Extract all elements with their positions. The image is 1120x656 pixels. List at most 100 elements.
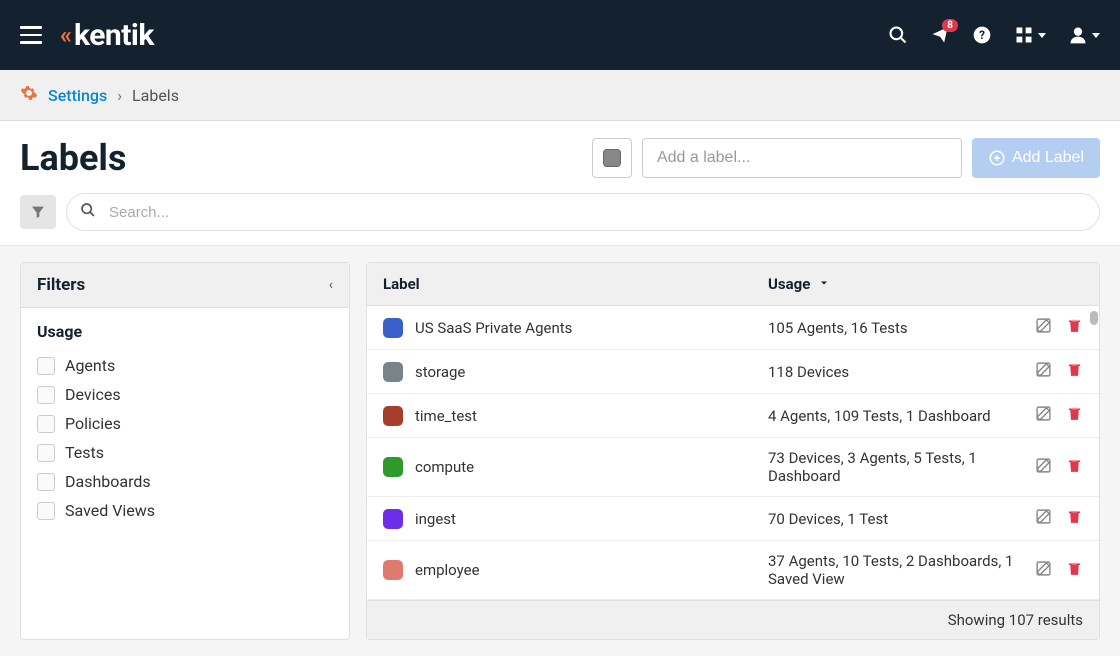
edit-icon[interactable] — [1035, 317, 1052, 338]
filter-item-label: Policies — [65, 414, 121, 433]
label-cell: compute — [383, 457, 768, 477]
label-color-swatch — [383, 406, 403, 426]
filter-item-label: Saved Views — [65, 501, 155, 520]
label-color-swatch — [383, 509, 403, 529]
filter-item-dashboards[interactable]: Dashboards — [37, 467, 333, 496]
breadcrumb-current: Labels — [132, 86, 179, 105]
main-content: Filters ‹ Usage Agents Devices Policies Tes… — [0, 246, 1120, 656]
header-left: « kentik — [20, 18, 154, 53]
filter-group-title: Usage — [37, 322, 333, 341]
search-box — [66, 193, 1100, 231]
checkbox-icon — [37, 386, 55, 404]
label-cell: ingest — [383, 509, 768, 529]
label-name: US SaaS Private Agents — [415, 319, 572, 337]
color-picker-button[interactable] — [592, 138, 632, 178]
add-label-input[interactable] — [642, 138, 962, 178]
filter-item-tests[interactable]: Tests — [37, 438, 333, 467]
trash-icon[interactable] — [1066, 317, 1083, 338]
funnel-icon — [30, 204, 46, 220]
user-menu[interactable] — [1068, 25, 1100, 45]
filter-item-devices[interactable]: Devices — [37, 380, 333, 409]
notification-badge: 8 — [942, 19, 958, 32]
search-icon[interactable] — [888, 25, 908, 45]
row-actions — [1035, 457, 1083, 478]
brand-logo[interactable]: « kentik — [60, 18, 154, 53]
add-label-button[interactable]: Add Label — [972, 138, 1100, 178]
trash-icon[interactable] — [1066, 457, 1083, 478]
edit-icon[interactable] — [1035, 405, 1052, 426]
trash-icon[interactable] — [1066, 508, 1083, 529]
plus-circle-icon — [988, 149, 1006, 167]
label-cell: storage — [383, 362, 768, 382]
filter-item-label: Dashboards — [65, 472, 151, 491]
checkbox-icon — [37, 473, 55, 491]
table-row: employee37 Agents, 10 Tests, 2 Dashboard… — [367, 541, 1099, 600]
search-input[interactable] — [66, 193, 1100, 231]
top-navbar: « kentik 8 ? — [0, 0, 1120, 70]
table-row: time_test4 Agents, 109 Tests, 1 Dashboar… — [367, 394, 1099, 438]
label-name: employee — [415, 561, 480, 579]
page-title: Labels — [20, 137, 126, 179]
row-actions — [1035, 560, 1083, 581]
breadcrumb: Settings › Labels — [0, 70, 1120, 121]
label-cell: employee — [383, 560, 768, 580]
edit-icon[interactable] — [1035, 457, 1052, 478]
header-right: 8 ? — [888, 25, 1100, 45]
color-swatch-icon — [603, 149, 621, 167]
column-usage[interactable]: Usage — [768, 275, 1083, 293]
usage-cell: 118 Devices — [768, 363, 1035, 381]
filter-item-agents[interactable]: Agents — [37, 351, 333, 380]
label-color-swatch — [383, 457, 403, 477]
gear-icon — [20, 84, 38, 106]
usage-cell: 73 Devices, 3 Agents, 5 Tests, 1 Dashboa… — [768, 449, 1035, 485]
brand-name: kentik — [74, 18, 154, 53]
sort-desc-icon — [818, 275, 830, 293]
filter-item-label: Agents — [65, 356, 115, 375]
trash-icon[interactable] — [1066, 560, 1083, 581]
filters-title: Filters — [37, 275, 85, 295]
filters-header: Filters ‹ — [21, 263, 349, 308]
table-row: storage118 Devices — [367, 350, 1099, 394]
label-color-swatch — [383, 318, 403, 338]
table-header: Label Usage — [367, 263, 1099, 306]
help-icon[interactable]: ? — [972, 25, 992, 45]
label-name: time_test — [415, 407, 477, 425]
table-body: US SaaS Private Agents 105 Agents, 16 Tes… — [367, 306, 1099, 600]
labels-table: Label Usage US SaaS Private Agents 105 Ag… — [366, 262, 1100, 640]
page-header: Labels Add Label — [0, 121, 1120, 179]
column-label[interactable]: Label — [383, 275, 768, 293]
usage-cell: 105 Agents, 16 Tests — [768, 319, 1035, 337]
svg-text:?: ? — [979, 28, 985, 42]
collapse-filters-button[interactable]: ‹ — [329, 277, 333, 293]
notifications-icon[interactable]: 8 — [930, 25, 950, 45]
label-cell: US SaaS Private Agents — [383, 318, 768, 338]
header-actions: Add Label — [592, 138, 1100, 178]
label-name: compute — [415, 458, 474, 476]
search-icon — [80, 202, 96, 222]
label-color-swatch — [383, 362, 403, 382]
filter-toggle-button[interactable] — [20, 195, 56, 229]
filter-item-saved-views[interactable]: Saved Views — [37, 496, 333, 525]
table-row: compute 73 Devices, 3 Agents, 5 Tests, 1 … — [367, 438, 1099, 497]
usage-cell: 70 Devices, 1 Test — [768, 510, 1035, 528]
checkbox-icon — [37, 502, 55, 520]
scrollbar-thumb[interactable] — [1090, 311, 1098, 325]
column-usage-text: Usage — [768, 275, 810, 293]
trash-icon[interactable] — [1066, 405, 1083, 426]
menu-icon[interactable] — [20, 26, 42, 44]
breadcrumb-settings-link[interactable]: Settings — [48, 86, 107, 105]
checkbox-icon — [37, 444, 55, 462]
filter-item-label: Tests — [65, 443, 104, 462]
breadcrumb-separator: › — [117, 86, 122, 105]
edit-icon[interactable] — [1035, 361, 1052, 382]
checkbox-icon — [37, 357, 55, 375]
search-row — [0, 179, 1120, 246]
filter-item-policies[interactable]: Policies — [37, 409, 333, 438]
edit-icon[interactable] — [1035, 508, 1052, 529]
filters-body: Usage Agents Devices Policies Tests Dashboar… — [21, 308, 349, 539]
edit-icon[interactable] — [1035, 560, 1052, 581]
checkbox-icon — [37, 415, 55, 433]
trash-icon[interactable] — [1066, 361, 1083, 382]
filters-panel: Filters ‹ Usage Agents Devices Policies Tes… — [20, 262, 350, 640]
apps-icon[interactable] — [1014, 25, 1046, 45]
